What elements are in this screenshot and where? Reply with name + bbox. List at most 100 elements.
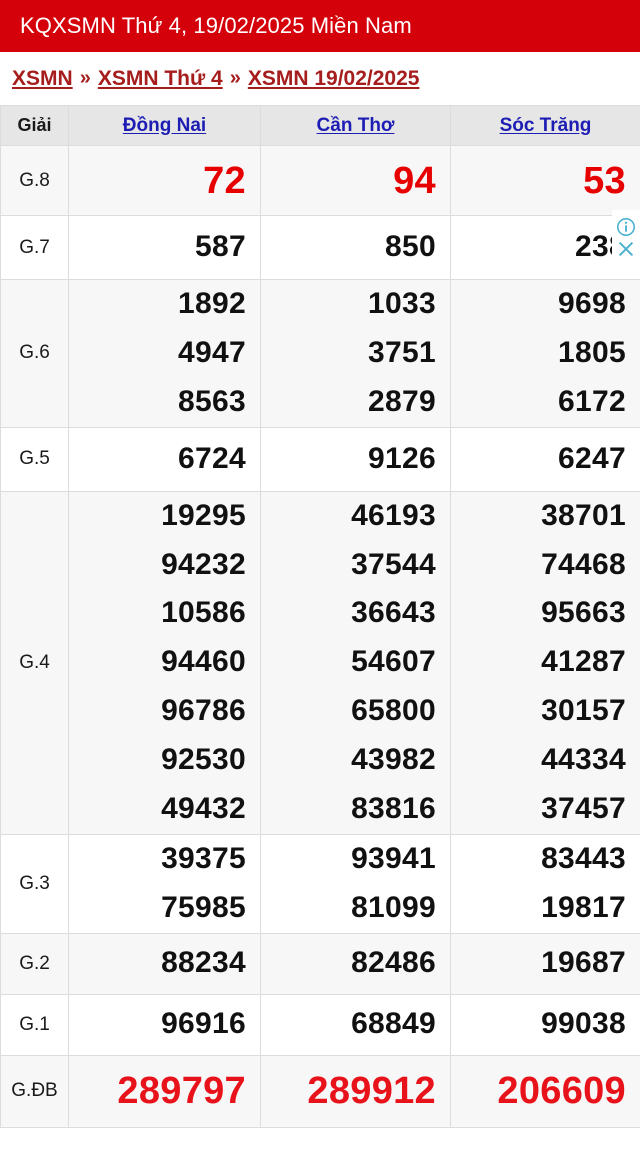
result-cell-soc-trang: 206609 [450,1054,640,1128]
result-number: 93941 [351,841,436,875]
province-link-soc-trang[interactable]: Sóc Trăng [500,115,592,136]
prize-label-g-3: G.3 [0,833,69,934]
table-row: G.2 88234 82486 19687 [0,932,640,995]
table-row: G.1 96916 68849 99038 [0,993,640,1056]
result-number: 74468 [541,547,626,581]
result-cell-soc-trang: 38701 74468 95663 41287 30157 44334 37457 [450,490,640,835]
result-number: 96916 [161,1007,246,1041]
result-cell-dong-nai: 289797 [68,1054,261,1128]
result-number: 1892 [178,287,246,320]
result-number: 6724 [178,441,246,475]
breadcrumb-item-xsmn-date[interactable]: XSMN 19/02/2025 [248,67,420,91]
result-cell-can-tho: 850 [260,215,451,280]
result-number: 6247 [558,441,626,475]
table-header-row: Giải Đồng Nai Cần Thơ Sóc Trăng [0,105,640,146]
table-body: G.8 72 94 53 G.7 587 850 238 G.6 1892 4947 8563 1033… [0,145,640,1128]
result-number: 4947 [178,335,246,369]
result-cell-dong-nai: 88234 [68,932,261,995]
result-number: 72 [203,159,246,202]
result-number: 99038 [541,1007,626,1041]
result-number: 37544 [351,547,436,581]
result-number: 96786 [161,694,246,728]
result-number: 37457 [541,792,626,826]
result-number: 1033 [368,287,436,320]
result-cell-dong-nai: 72 [68,145,261,216]
table-row: G.7 587 850 238 [0,215,640,280]
column-header-prize: Giải [0,105,69,146]
result-number: 82486 [351,946,436,980]
result-number: 94232 [161,547,246,581]
result-cell-dong-nai: 6724 [68,426,261,492]
prize-label-g-8: G.8 [0,145,69,216]
prize-label-g-5: G.5 [0,426,69,492]
result-cell-can-tho: 289912 [260,1054,451,1128]
breadcrumb-separator: » [229,67,241,89]
result-number: 94 [393,159,436,202]
result-number: 83816 [351,792,436,826]
column-header-province-2: Cần Thơ [260,105,451,146]
province-link-can-tho[interactable]: Cần Thơ [317,115,395,136]
result-number: 49432 [161,792,246,826]
column-header-province-3: Sóc Trăng [450,105,640,146]
result-cell-soc-trang: 83443 19817 [450,833,640,934]
result-number: 92530 [161,743,246,777]
prize-label-g-đb: G.ĐB [0,1054,69,1128]
result-cell-can-tho: 94 [260,145,451,216]
result-number: 94460 [161,645,246,679]
column-header-province-1: Đồng Nai [68,105,261,146]
result-cell-can-tho: 82486 [260,932,451,995]
result-cell-can-tho: 46193 37544 36643 54607 65800 43982 83816 [260,490,451,835]
result-number: 95663 [541,596,626,630]
result-number: 53 [583,159,626,202]
result-number: 30157 [541,694,626,728]
result-number: 2879 [368,384,436,418]
result-cell-dong-nai: 1892 4947 8563 [68,279,261,428]
result-number: 6172 [558,384,626,418]
close-icon[interactable] [616,239,636,259]
result-number: 19817 [541,890,626,924]
breadcrumb: XSMN » XSMN Thứ 4 » XSMN 19/02/2025 [0,52,640,105]
result-number: 238 [575,230,626,264]
result-number: 44334 [541,743,626,777]
result-number: 54607 [351,645,436,679]
result-number: 65800 [351,694,436,728]
page-title: KQXSMN Thứ 4, 19/02/2025 Miền Nam [20,13,412,38]
result-cell-dong-nai: 96916 [68,993,261,1056]
breadcrumb-separator: » [79,67,91,89]
province-link-dong-nai[interactable]: Đồng Nai [123,115,206,136]
info-icon[interactable] [616,217,636,237]
table-header: Giải Đồng Nai Cần Thơ Sóc Trăng [0,105,640,146]
result-number: 8563 [178,384,246,418]
result-number: 1805 [558,335,626,369]
lottery-results-table: Giải Đồng Nai Cần Thơ Sóc Trăng G.8 72 94 5… [0,105,640,1128]
result-number: 36643 [351,596,436,630]
result-number: 81099 [351,890,436,924]
table-row: G.5 6724 9126 6247 [0,426,640,492]
result-number: 75985 [161,890,246,924]
result-cell-dong-nai: 587 [68,215,261,280]
result-number: 587 [195,230,246,264]
result-number: 38701 [541,498,626,532]
breadcrumb-item-xsmn[interactable]: XSMN [12,67,73,91]
result-number: 43982 [351,743,436,777]
result-cell-soc-trang: 99038 [450,993,640,1056]
prize-label-g-7: G.7 [0,215,69,280]
result-number: 68849 [351,1007,436,1041]
result-number: 289797 [117,1070,246,1113]
breadcrumb-item-xsmn-thu-4[interactable]: XSMN Thứ 4 [98,67,223,91]
table-row: G.ĐB 289797 289912 206609 [0,1054,640,1128]
result-cell-dong-nai: 19295 94232 10586 94460 96786 92530 49432 [68,490,261,835]
result-cell-dong-nai: 39375 75985 [68,833,261,934]
result-cell-can-tho: 93941 81099 [260,833,451,934]
prize-label-g-4: G.4 [0,490,69,835]
result-cell-soc-trang: 19687 [450,932,640,995]
prize-label-g-1: G.1 [0,993,69,1056]
result-number: 850 [385,230,436,264]
result-cell-soc-trang: 53 [450,145,640,216]
result-number: 19687 [541,946,626,980]
result-cell-soc-trang: 6247 [450,426,640,492]
prize-label-g-2: G.2 [0,932,69,995]
result-number: 88234 [161,946,246,980]
result-number: 83443 [541,841,626,875]
prize-label-g-6: G.6 [0,279,69,428]
